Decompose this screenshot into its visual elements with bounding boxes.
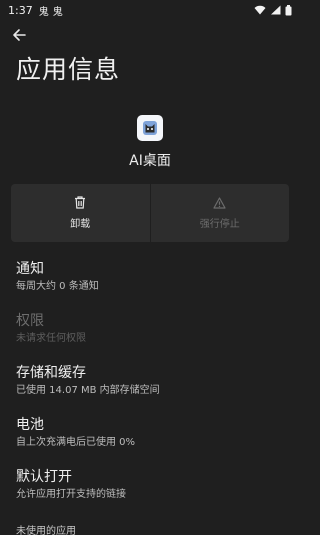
notification-icon: 鬼 [52,6,63,18]
item-subtitle: 已使用 14.07 MB 内部存储空间 [16,385,160,396]
permissions-item[interactable]: 权限 未请求任何权限 [0,307,300,359]
item-subtitle: 自上次充满电后已使用 0% [16,437,136,448]
item-title: 存储和缓存 [16,365,86,381]
item-title: 默认打开 [16,469,72,485]
unused-apps-section-header: 未使用的应用 [16,526,76,535]
uninstall-button[interactable]: 卸载 [11,184,150,242]
force-stop-label: 强行停止 [199,218,240,230]
uninstall-label: 卸载 [70,219,91,230]
open-by-default-item[interactable]: 默认打开 允许应用打开支持的链接 [0,463,300,515]
notification-icon: 鬼 [38,6,49,18]
trash-icon [75,196,86,209]
item-subtitle: 每周大约 0 条通知 [16,281,99,292]
cat-face-icon [143,121,157,135]
app-icon [137,115,163,141]
item-subtitle: 未请求任何权限 [16,333,86,344]
item-subtitle: 允许应用打开支持的链接 [16,489,126,500]
item-title: 通知 [16,261,44,277]
wifi-icon [254,5,266,15]
status-time: 1:37 [8,3,33,17]
back-arrow-button[interactable] [8,24,30,46]
notifications-item[interactable]: 通知 每周大约 0 条通知 [0,255,300,307]
storage-cache-item[interactable]: 存储和缓存 已使用 14.07 MB 内部存储空间 [0,359,300,411]
item-title: 电池 [16,417,44,433]
signal-icon [271,5,281,15]
item-title: 权限 [16,313,44,329]
battery-item[interactable]: 电池 自上次充满电后已使用 0% [0,411,300,463]
settings-list: 通知 每周大约 0 条通知 权限 未请求任何权限 存储和缓存 已使用 14.07… [0,255,300,515]
action-buttons: 卸载 强行停止 [11,184,289,242]
force-stop-button[interactable]: 强行停止 [149,184,289,242]
back-arrow-icon [13,29,26,41]
page-title: 应用信息 [16,55,121,84]
app-name: AI桌面 [129,153,171,169]
warning-icon [213,196,226,209]
status-bar: 1:37 鬼 鬼 [0,0,300,20]
battery-icon [285,4,292,15]
